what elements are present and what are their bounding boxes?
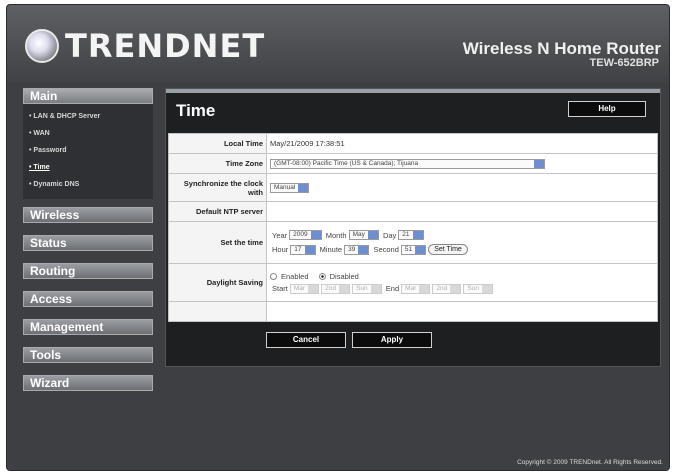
- menu-main[interactable]: Main: [23, 88, 153, 104]
- day-label: Day: [382, 230, 397, 240]
- dst-end-month-select[interactable]: Mar: [401, 283, 431, 294]
- empty-cell: [266, 301, 658, 322]
- product-title: Wireless N Home Router: [462, 39, 661, 58]
- row-time-zone: Time Zone (GMT-08:00) Pacific Time (US &…: [168, 153, 658, 174]
- dst-end-label: End: [385, 284, 400, 294]
- month-label: Month: [325, 230, 347, 240]
- empty-cell: [168, 301, 267, 322]
- submenu-wan[interactable]: • WAN: [29, 125, 153, 142]
- submenu-lan-dhcp[interactable]: • LAN & DHCP Server: [29, 108, 153, 125]
- local-time-label: Local Time: [168, 133, 267, 154]
- year-select[interactable]: 2009: [289, 230, 322, 240]
- minute-select[interactable]: 39: [344, 244, 370, 255]
- set-time-label: Set the time: [168, 221, 267, 264]
- router-admin-window: TRENDNET Wireless N Home Router TEW-652B…: [6, 4, 670, 471]
- row-ntp: Default NTP server: [168, 201, 658, 222]
- dst-enabled-radio[interactable]: [270, 272, 277, 280]
- trendnet-globe-icon: [25, 29, 59, 63]
- hour-select[interactable]: 17: [290, 244, 316, 255]
- dst-disabled-radio[interactable]: [318, 272, 326, 280]
- submenu-label: LAN & DHCP Server: [33, 113, 101, 120]
- brand-logo: TRENDNET: [65, 27, 266, 65]
- year-label: Year: [272, 230, 288, 240]
- main-submenu: • LAN & DHCP Server • WAN • Password • T…: [23, 104, 153, 199]
- panel-top-bar: [166, 89, 660, 93]
- model-number: TEW-652BRP: [589, 57, 659, 69]
- page-title: Time: [176, 101, 216, 120]
- time-zone-select[interactable]: (GMT-08:00) Pacific Time (US & Canada); …: [270, 158, 545, 169]
- submenu-label: Dynamic DNS: [33, 181, 80, 188]
- dst-start-day-select[interactable]: Sun: [352, 283, 382, 294]
- menu-status[interactable]: Status: [23, 235, 153, 251]
- dst-enabled-label: Enabled: [281, 271, 309, 281]
- hour-label: Hour: [272, 245, 289, 254]
- dst-start-month-select[interactable]: Mar: [289, 283, 320, 294]
- submenu-label: Password: [33, 147, 67, 154]
- dst-start-label: Start: [272, 284, 288, 294]
- sync-select[interactable]: Manual: [270, 182, 310, 193]
- submenu-password[interactable]: • Password: [29, 142, 153, 159]
- copyright-notice: Copyright © 2009 TRENDnet. All Rights Re…: [517, 459, 663, 466]
- submenu-dynamic-dns[interactable]: • Dynamic DNS: [29, 176, 153, 193]
- ntp-server-input[interactable]: [266, 201, 658, 222]
- day-select[interactable]: 21: [398, 230, 424, 240]
- dst-end-week-select[interactable]: 2nd: [432, 283, 462, 294]
- dst-disabled-label: Disabled: [329, 271, 359, 281]
- dst-end-day-select[interactable]: Sun: [463, 283, 493, 294]
- apply-button[interactable]: Apply: [352, 332, 432, 348]
- menu-wizard[interactable]: Wizard: [23, 375, 153, 391]
- content-panel: Time Help Local Time May/21/2009 17:38:5…: [165, 88, 661, 367]
- time-zone-label: Time Zone: [168, 153, 267, 174]
- ntp-server-label: Default NTP server: [168, 201, 267, 222]
- menu-management[interactable]: Management: [23, 319, 153, 335]
- row-local-time: Local Time May/21/2009 17:38:51: [168, 133, 658, 154]
- menu-access[interactable]: Access: [23, 291, 153, 307]
- row-set-time: Set the time Year 2009 Month May Day 21 Hou…: [168, 221, 658, 264]
- row-buttons-spacer: [168, 301, 658, 322]
- submenu-label: WAN: [33, 130, 50, 137]
- dst-start-week-select[interactable]: 2nd: [321, 283, 350, 294]
- second-select[interactable]: 51: [400, 244, 427, 255]
- cancel-button[interactable]: Cancel: [266, 332, 346, 348]
- month-select[interactable]: May: [348, 230, 379, 240]
- help-button[interactable]: Help: [568, 101, 646, 117]
- minute-label: Minute: [319, 245, 343, 254]
- sidebar-menu: Main • LAN & DHCP Server • WAN • Passwor…: [23, 88, 153, 403]
- menu-routing[interactable]: Routing: [23, 263, 153, 279]
- row-sync: Synchronize the clock with Manual: [168, 173, 658, 202]
- menu-wireless[interactable]: Wireless: [23, 207, 153, 223]
- menu-tools[interactable]: Tools: [23, 347, 153, 363]
- set-time-button[interactable]: Set Time: [428, 244, 468, 255]
- submenu-time[interactable]: • Time: [29, 159, 153, 176]
- time-settings-form: Local Time May/21/2009 17:38:51 Time Zon…: [168, 133, 658, 322]
- submenu-label: Time: [33, 164, 50, 171]
- second-label: Second: [373, 245, 399, 254]
- local-time-value: May/21/2009 17:38:51: [266, 133, 658, 154]
- row-daylight-saving: Daylight Saving Enabled Disabled Start Ma…: [168, 263, 658, 302]
- sync-label: Synchronize the clock with: [168, 173, 267, 202]
- daylight-saving-label: Daylight Saving: [168, 263, 267, 302]
- header-banner: TRENDNET Wireless N Home Router TEW-652B…: [7, 5, 669, 83]
